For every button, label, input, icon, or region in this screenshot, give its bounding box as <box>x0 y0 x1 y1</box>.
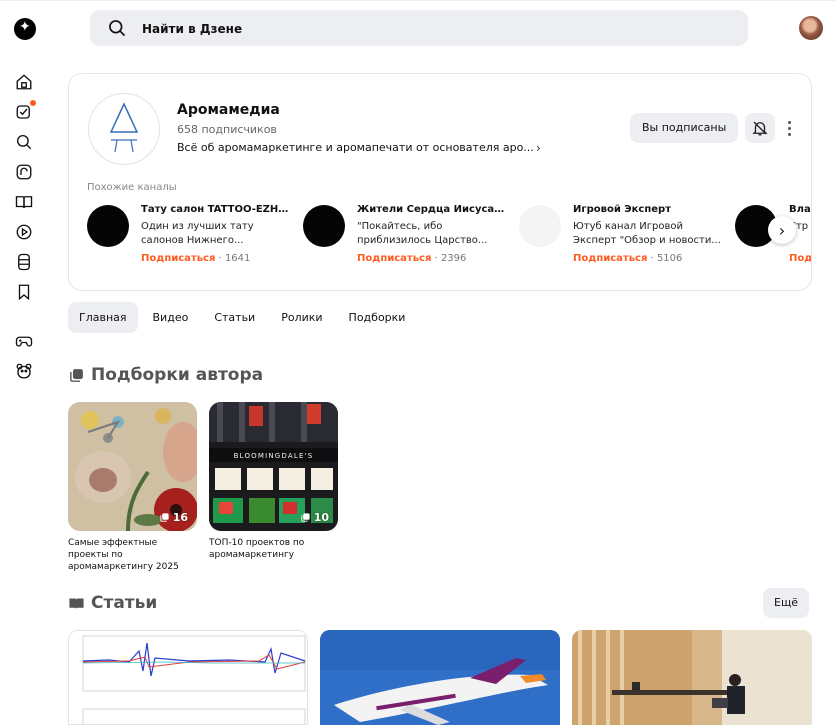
similar-channel-desc: Ютуб канал Игровой Эксперт "Обзор и ново… <box>573 221 721 246</box>
collections-title: Подборки автора <box>91 365 264 385</box>
similar-channel-meta: Под <box>789 253 811 264</box>
store-sign-text: BLOOMINGDALE'S <box>234 452 314 460</box>
office-photo <box>572 630 812 725</box>
collection-count: 16 <box>159 511 188 524</box>
similar-channel-avatar[interactable] <box>303 205 345 247</box>
tab-shorts[interactable]: Ролики <box>270 302 333 333</box>
more-options-button[interactable] <box>781 116 797 140</box>
articles-icon <box>69 598 84 609</box>
feed-icon[interactable] <box>14 162 34 182</box>
article-card-image[interactable] <box>572 630 812 725</box>
meta-separator: · <box>434 253 438 264</box>
similar-channel-desc: "Покайтесь, ибо приблизилось Царство... <box>357 221 488 246</box>
dzen-logo-icon[interactable] <box>14 18 36 40</box>
search-icon <box>109 20 126 37</box>
article-card-image[interactable] <box>68 630 308 725</box>
collection-image[interactable]: BLOOMINGDALE'S 10 <box>209 402 338 531</box>
similar-channel-avatar[interactable] <box>519 205 561 247</box>
articles-title: Статьи <box>91 593 158 613</box>
dot-icon <box>787 120 791 124</box>
subscribe-link[interactable]: Под <box>789 253 811 264</box>
articles-section-title[interactable]: Статьи <box>68 593 157 613</box>
notification-dot <box>30 100 36 106</box>
similar-channel-desc: Один из лучших тату салонов Нижнего... <box>141 221 254 246</box>
tab-articles[interactable]: Статьи <box>203 302 266 333</box>
articles-icon[interactable] <box>14 192 34 212</box>
channel-tabs: Главная Видео Статьи Ролики Подборки <box>68 302 416 333</box>
carousel-next-button[interactable]: › <box>768 216 796 244</box>
collection-title[interactable]: Самые эффектные проекты по аромамаркетин… <box>68 537 198 573</box>
collections-icon <box>301 513 310 522</box>
channel-card: Аромамедиа 658 подписчиков Всё об аромам… <box>68 73 812 291</box>
channel-name[interactable]: Аромамедиа <box>177 102 280 118</box>
similar-channel-name[interactable]: Жители Сердца Иисуса (... <box>357 204 507 215</box>
collection-title[interactable]: ТОП-10 проектов по аромамаркетингу <box>209 537 339 561</box>
airplane-photo <box>320 630 560 725</box>
similar-channel[interactable]: Тату салон TATTOO-EZH Н... Один из лучши… <box>87 204 297 274</box>
similar-channel[interactable]: Жители Сердца Иисуса (... "Покайтесь, иб… <box>303 204 513 274</box>
top-divider <box>0 0 836 1</box>
collection-card[interactable]: BLOOMINGDALE'S 10 ТОП-10 проектов по аро… <box>209 402 339 561</box>
channel-description[interactable]: Всё об аромамаркетинге и аромапечати от … <box>177 141 537 154</box>
subscribed-button[interactable]: Вы подписаны <box>630 113 739 143</box>
similar-channel[interactable]: Игровой Эксперт Ютуб канал Игровой Экспе… <box>519 204 729 274</box>
collection-count: 10 <box>300 511 329 524</box>
search-input[interactable] <box>140 10 704 48</box>
signal-chart-thumbnail <box>69 631 307 724</box>
collections-icon <box>160 513 169 522</box>
similar-channel-name[interactable]: Вла <box>789 204 811 215</box>
tab-collections[interactable]: Подборки <box>338 302 417 333</box>
tab-main[interactable]: Главная <box>68 302 138 333</box>
subscriptions-icon[interactable] <box>14 100 36 122</box>
bell-off-icon <box>752 121 768 136</box>
more-articles-button[interactable]: Ещё <box>763 588 810 618</box>
similar-channel-count: 2396 <box>440 253 467 264</box>
similar-channels-title: Похожие каналы <box>87 182 177 193</box>
collections-icon <box>70 368 83 382</box>
dot-icon <box>787 126 791 130</box>
collection-card[interactable]: 16 Самые эффектные проекты по аромамарке… <box>68 402 198 573</box>
collections-section-title[interactable]: Подборки автора <box>68 365 263 385</box>
search-nav-icon[interactable] <box>14 132 34 152</box>
channel-logo <box>88 93 160 165</box>
collection-count-value: 16 <box>172 511 188 524</box>
collection-image[interactable]: 16 <box>68 402 197 531</box>
search-bar[interactable] <box>90 10 748 48</box>
similar-channel-count: 5106 <box>656 253 683 264</box>
video-icon[interactable] <box>14 222 34 242</box>
similar-channel-meta: Подписаться · 5106 <box>573 253 682 264</box>
user-avatar[interactable] <box>799 16 823 40</box>
meta-separator: · <box>650 253 654 264</box>
channel-logo-icon <box>109 102 139 153</box>
chevron-right-icon[interactable]: › <box>536 141 541 155</box>
similar-channel-name[interactable]: Игровой Эксперт <box>573 204 723 215</box>
notifications-off-button[interactable] <box>745 113 775 143</box>
channel-subscribers: 658 подписчиков <box>177 123 277 136</box>
kids-icon[interactable] <box>14 361 34 381</box>
dot-icon <box>787 132 791 136</box>
similar-channel-avatar[interactable] <box>87 205 129 247</box>
chevron-right-icon: › <box>778 220 786 240</box>
similar-channel-name[interactable]: Тату салон TATTOO-EZH Н... <box>141 204 291 215</box>
subscribe-link[interactable]: Подписаться <box>141 253 215 264</box>
shorts-icon[interactable] <box>14 252 34 272</box>
similar-channel-meta: Подписаться · 1641 <box>141 253 250 264</box>
subscribe-link[interactable]: Подписаться <box>357 253 431 264</box>
similar-channel-meta: Подписаться · 2396 <box>357 253 466 264</box>
games-icon[interactable] <box>14 331 34 351</box>
similar-channel-count: 1641 <box>224 253 251 264</box>
article-card-image[interactable] <box>320 630 560 725</box>
tab-video[interactable]: Видео <box>142 302 200 333</box>
subscribe-link[interactable]: Подписаться <box>573 253 647 264</box>
bookmark-icon[interactable] <box>14 282 34 302</box>
meta-separator: · <box>218 253 222 264</box>
left-sidebar <box>0 0 50 719</box>
home-icon[interactable] <box>14 72 34 92</box>
collection-count-value: 10 <box>313 511 329 524</box>
